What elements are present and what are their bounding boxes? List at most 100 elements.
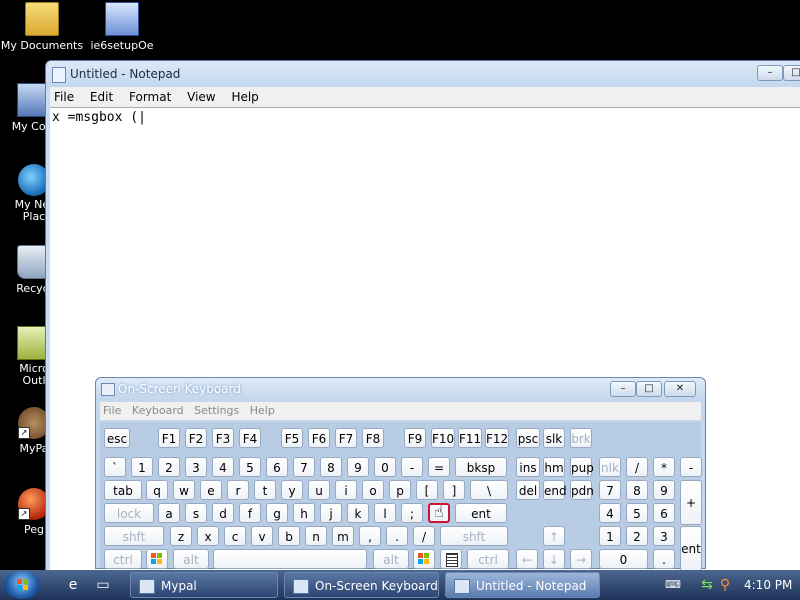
osk-key[interactable]: ins [516,457,540,477]
osk-key[interactable]: ctrl [467,549,509,569]
osk-key[interactable]: t [254,480,276,500]
minimize-button[interactable]: – [610,381,636,397]
osk-key[interactable]: 4 [599,503,621,523]
osk-key[interactable]: w [173,480,195,500]
osk-key[interactable]: n [305,526,327,546]
osk-key[interactable]: pup [570,457,594,477]
osk-key[interactable]: s [185,503,207,523]
osk-key[interactable]: 7 [293,457,315,477]
menu-format[interactable]: Format [125,87,175,104]
osk-key[interactable] [213,549,367,569]
osk-key[interactable]: psc [516,428,540,448]
osk-key[interactable]: z [170,526,192,546]
osk-key[interactable]: del [516,480,540,500]
menu-view[interactable]: View [183,87,219,104]
osk-key[interactable]: = [428,457,450,477]
osk-key[interactable]: esc [104,428,130,448]
osk-key[interactable]: 2 [626,526,648,546]
osk-key[interactable]: shft [440,526,508,546]
osk-key[interactable]: ctrl [104,549,142,569]
osk-key[interactable]: 7 [599,480,621,500]
search-icon[interactable]: ⚲ [716,576,734,594]
osk-key[interactable]: 2 [158,457,180,477]
close-button[interactable]: ✕ [664,381,696,397]
osk-key[interactable]: ent [680,526,702,571]
osk-key[interactable]: F11 [458,428,482,448]
osk-key[interactable]: end [543,480,567,500]
osk-menu-file[interactable]: File [100,402,124,419]
osk-key[interactable]: nlk [599,457,621,477]
osk-key[interactable]: i [335,480,357,500]
osk-key[interactable]: shft [104,526,164,546]
osk-key[interactable]: → [570,549,592,569]
osk-key[interactable]: y [281,480,303,500]
osk-key[interactable]: c [224,526,246,546]
osk-key[interactable]: F7 [335,428,357,448]
osk-key[interactable]: x [197,526,219,546]
osk-key[interactable]: \ [470,480,508,500]
osk-key[interactable]: - [680,457,702,477]
desktop-icon-my-documents[interactable]: My Documents [0,2,84,52]
osk-key[interactable]: 3 [653,526,675,546]
osk-key[interactable]: alt [373,549,409,569]
osk-key[interactable]: F1 [158,428,180,448]
osk-key[interactable]: brk [570,428,592,448]
taskbar-button-notepad[interactable]: Untitled - Notepad [445,572,600,598]
osk-key[interactable]: g [266,503,288,523]
minimize-button[interactable]: – [757,65,783,81]
osk-key[interactable]: F12 [485,428,509,448]
osk-key[interactable]: 1 [131,457,153,477]
osk-key[interactable]: 0 [374,457,396,477]
osk-key[interactable]: ] [443,480,465,500]
maximize-button[interactable]: □ [783,65,800,81]
osk-key[interactable]: F8 [362,428,384,448]
osk-key[interactable]: F2 [185,428,207,448]
network-icon[interactable]: ⇆ [698,576,716,594]
desktop-icon-ie6setup[interactable]: ie6setupOe [80,2,164,52]
osk-title-bar[interactable]: On-Screen Keyboard – □ ✕ [96,378,705,400]
internet-explorer-icon[interactable]: e [64,576,82,594]
osk-key[interactable]: F9 [404,428,426,448]
osk-key[interactable]: F4 [239,428,261,448]
osk-key[interactable]: u [308,480,330,500]
osk-key[interactable]: . [386,526,408,546]
osk-key[interactable]: f [239,503,261,523]
osk-key[interactable]: 6 [266,457,288,477]
osk-key[interactable]: 8 [626,480,648,500]
osk-key[interactable]: tab [104,480,142,500]
osk-key[interactable]: o [362,480,384,500]
osk-key[interactable]: l [374,503,396,523]
osk-key[interactable]: q [146,480,168,500]
taskbar-button-mypal[interactable]: Mypal [130,572,278,598]
osk-key[interactable]: [ [416,480,438,500]
osk-key[interactable]: d [212,503,234,523]
osk-key[interactable]: . [653,549,675,569]
osk-key[interactable]: 5 [626,503,648,523]
notepad-title-bar[interactable]: Untitled - Notepad – □ [46,61,800,87]
osk-key[interactable]: pdn [570,480,594,500]
menu-help[interactable]: Help [227,87,262,104]
menu-file[interactable]: File [50,87,78,104]
taskbar-button-osk[interactable]: On-Screen Keyboard [284,572,439,598]
osk-key[interactable]: 3 [185,457,207,477]
osk-key[interactable]: 4 [212,457,234,477]
osk-menu-keyboard[interactable]: Keyboard [129,402,187,419]
osk-key[interactable]: F6 [308,428,330,448]
osk-key[interactable]: 6 [653,503,675,523]
osk-key[interactable]: 0 [599,549,648,569]
osk-key[interactable]: j [320,503,342,523]
osk-key[interactable]: F10 [431,428,455,448]
osk-key[interactable]: * [653,457,675,477]
osk-menu-help[interactable]: Help [247,402,278,419]
osk-key[interactable]: a [158,503,180,523]
osk-key[interactable]: b [278,526,300,546]
osk-key[interactable]: ` [104,457,126,477]
osk-key[interactable]: bksp [455,457,507,477]
osk-key[interactable]: hm [543,457,565,477]
osk-key[interactable]: 8 [320,457,342,477]
osk-key[interactable]: ← [516,549,538,569]
osk-key[interactable]: 1 [599,526,621,546]
osk-key[interactable]: slk [543,428,565,448]
show-desktop-icon[interactable]: ▭ [94,576,112,594]
on-screen-keyboard-window[interactable]: On-Screen Keyboard – □ ✕ File Keyboard S… [95,377,706,571]
